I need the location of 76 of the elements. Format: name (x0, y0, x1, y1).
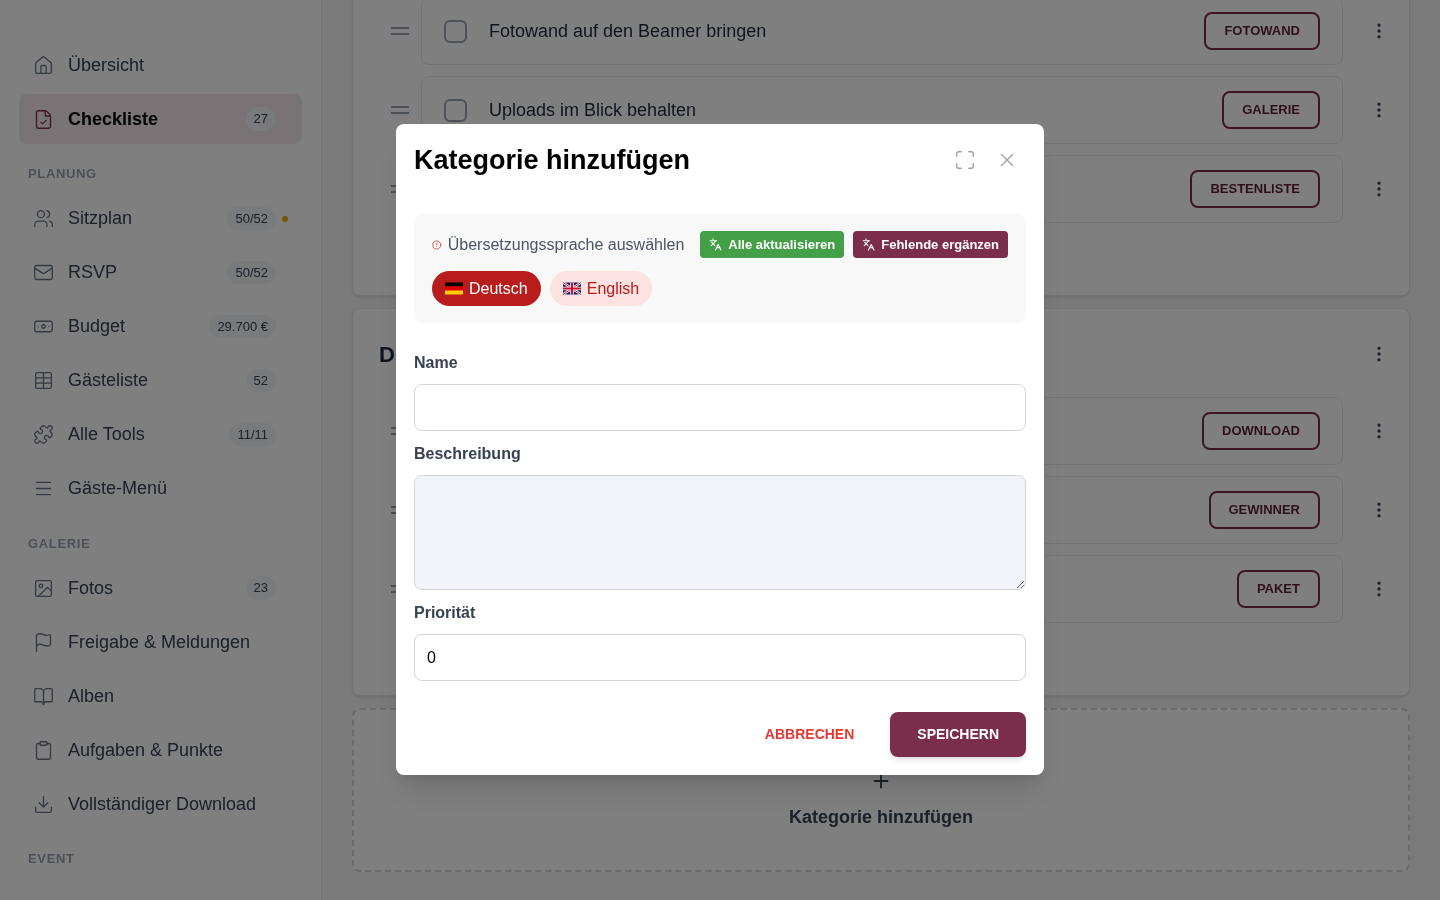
translate-icon (862, 238, 876, 251)
field-label: Priorität (414, 603, 477, 623)
sidebar-item[interactable]: Gäste-Menü (19, 463, 302, 514)
task-title: Fotowand auf den Beamer bringen (489, 19, 767, 43)
translation-message: Übersetzungssprache auswählen (447, 234, 685, 255)
sidebar-item-label: Übersicht (68, 53, 145, 77)
sidebar-item[interactable]: Übersicht (19, 40, 302, 90)
category-tag[interactable]: PAKET (1236, 570, 1320, 608)
sidebar-item[interactable]: Gästeliste 52 (19, 355, 302, 406)
category-tag[interactable]: GEWINNER (1208, 491, 1320, 529)
sidebar-item-label: Gästeliste (68, 369, 149, 392)
image-icon (33, 577, 54, 599)
field-label: Beschreibung (414, 444, 522, 464)
count-badge: 23 (245, 576, 276, 600)
home-icon (33, 54, 54, 76)
sidebar-item-label: Fotos (68, 576, 114, 600)
maximize-icon[interactable] (954, 149, 976, 171)
checkbox[interactable] (444, 98, 467, 122)
save-button[interactable]: SPEICHERN (890, 712, 1026, 757)
category-tag[interactable]: FOTOWAND (1204, 12, 1320, 50)
puzzle-icon (33, 424, 54, 445)
translation-action-button[interactable]: Fehlende ergänzen (853, 231, 1008, 258)
sidebar-item[interactable]: Checkliste 27 (19, 94, 302, 144)
sidebar-item-label: Checkliste (68, 107, 159, 131)
clipboard-icon (33, 739, 54, 761)
users-icon (33, 208, 54, 229)
count-badge: 29.700 € (209, 314, 276, 339)
uk-flag-icon (562, 282, 581, 295)
description-field[interactable] (414, 475, 1026, 590)
sidebar-item[interactable]: Fotos 23 (19, 563, 302, 613)
sidebar-item-label: Gäste-Menü (68, 477, 168, 500)
count-badge: 52 (245, 368, 276, 393)
sidebar-item-label: Alben (68, 684, 115, 708)
field-label: Name (414, 353, 459, 373)
sidebar-item[interactable]: Freigabe & Meldungen (19, 617, 302, 667)
document-check-icon (33, 108, 54, 130)
sidebar-item[interactable]: Alle Tools 11/11 (19, 409, 302, 460)
sidebar-item[interactable]: Sitzplan 50/52 (19, 193, 302, 244)
drag-handle[interactable] (391, 106, 409, 114)
cancel-button[interactable]: ABBRECHEN (742, 712, 877, 757)
count-badge: 27 (245, 107, 276, 131)
category-tag[interactable]: BESTENLISTE (1190, 170, 1320, 208)
envelope-icon (33, 262, 54, 283)
language-chip[interactable]: Deutsch (432, 271, 541, 306)
translate-icon (709, 238, 723, 251)
drag-handle[interactable] (391, 27, 409, 35)
sidebar-item-label: Alle Tools (68, 423, 145, 446)
category-tag[interactable]: GALERIE (1222, 91, 1320, 129)
sidebar-item[interactable]: Budget 29.700 € (19, 301, 302, 352)
book-icon (33, 685, 54, 707)
card-title: D (379, 340, 395, 369)
task-title: Uploads im Blick behalten (489, 98, 697, 122)
count-badge: 50/52 (227, 206, 276, 231)
flag-icon (33, 631, 54, 653)
count-badge: 11/11 (229, 422, 276, 447)
category-tag[interactable]: DOWNLOAD (1202, 412, 1320, 450)
sidebar-item-label: Aufgaben & Punkte (68, 738, 224, 762)
german-flag-icon (445, 282, 463, 295)
sidebar-item-label: Sitzplan (68, 207, 133, 230)
input-field[interactable]: 0 (414, 634, 1026, 681)
sidebar-item[interactable]: RSVP 50/52 (19, 247, 302, 298)
download-icon (33, 793, 54, 815)
translation-action-button[interactable]: Alle aktualisieren (700, 231, 845, 258)
input-field[interactable] (414, 384, 1026, 431)
sidebar-item[interactable]: Vollständiger Download (19, 779, 302, 829)
sidebar-item-label: RSVP (68, 261, 118, 284)
sidebar-item-label: Vollständiger Download (68, 792, 257, 816)
dialog-title: Kategorie hinzufügen (414, 143, 690, 177)
sidebar-item[interactable]: Aufgaben & Punkte (19, 725, 302, 775)
checkbox[interactable] (444, 19, 467, 43)
table-icon (33, 370, 54, 391)
sidebar-item[interactable]: Alben (19, 671, 302, 721)
sidebar-item-label: Budget (68, 315, 126, 338)
count-badge: 50/52 (227, 260, 276, 285)
language-chip[interactable]: English (549, 271, 653, 306)
sidebar-item-label: Freigabe & Meldungen (68, 630, 251, 654)
